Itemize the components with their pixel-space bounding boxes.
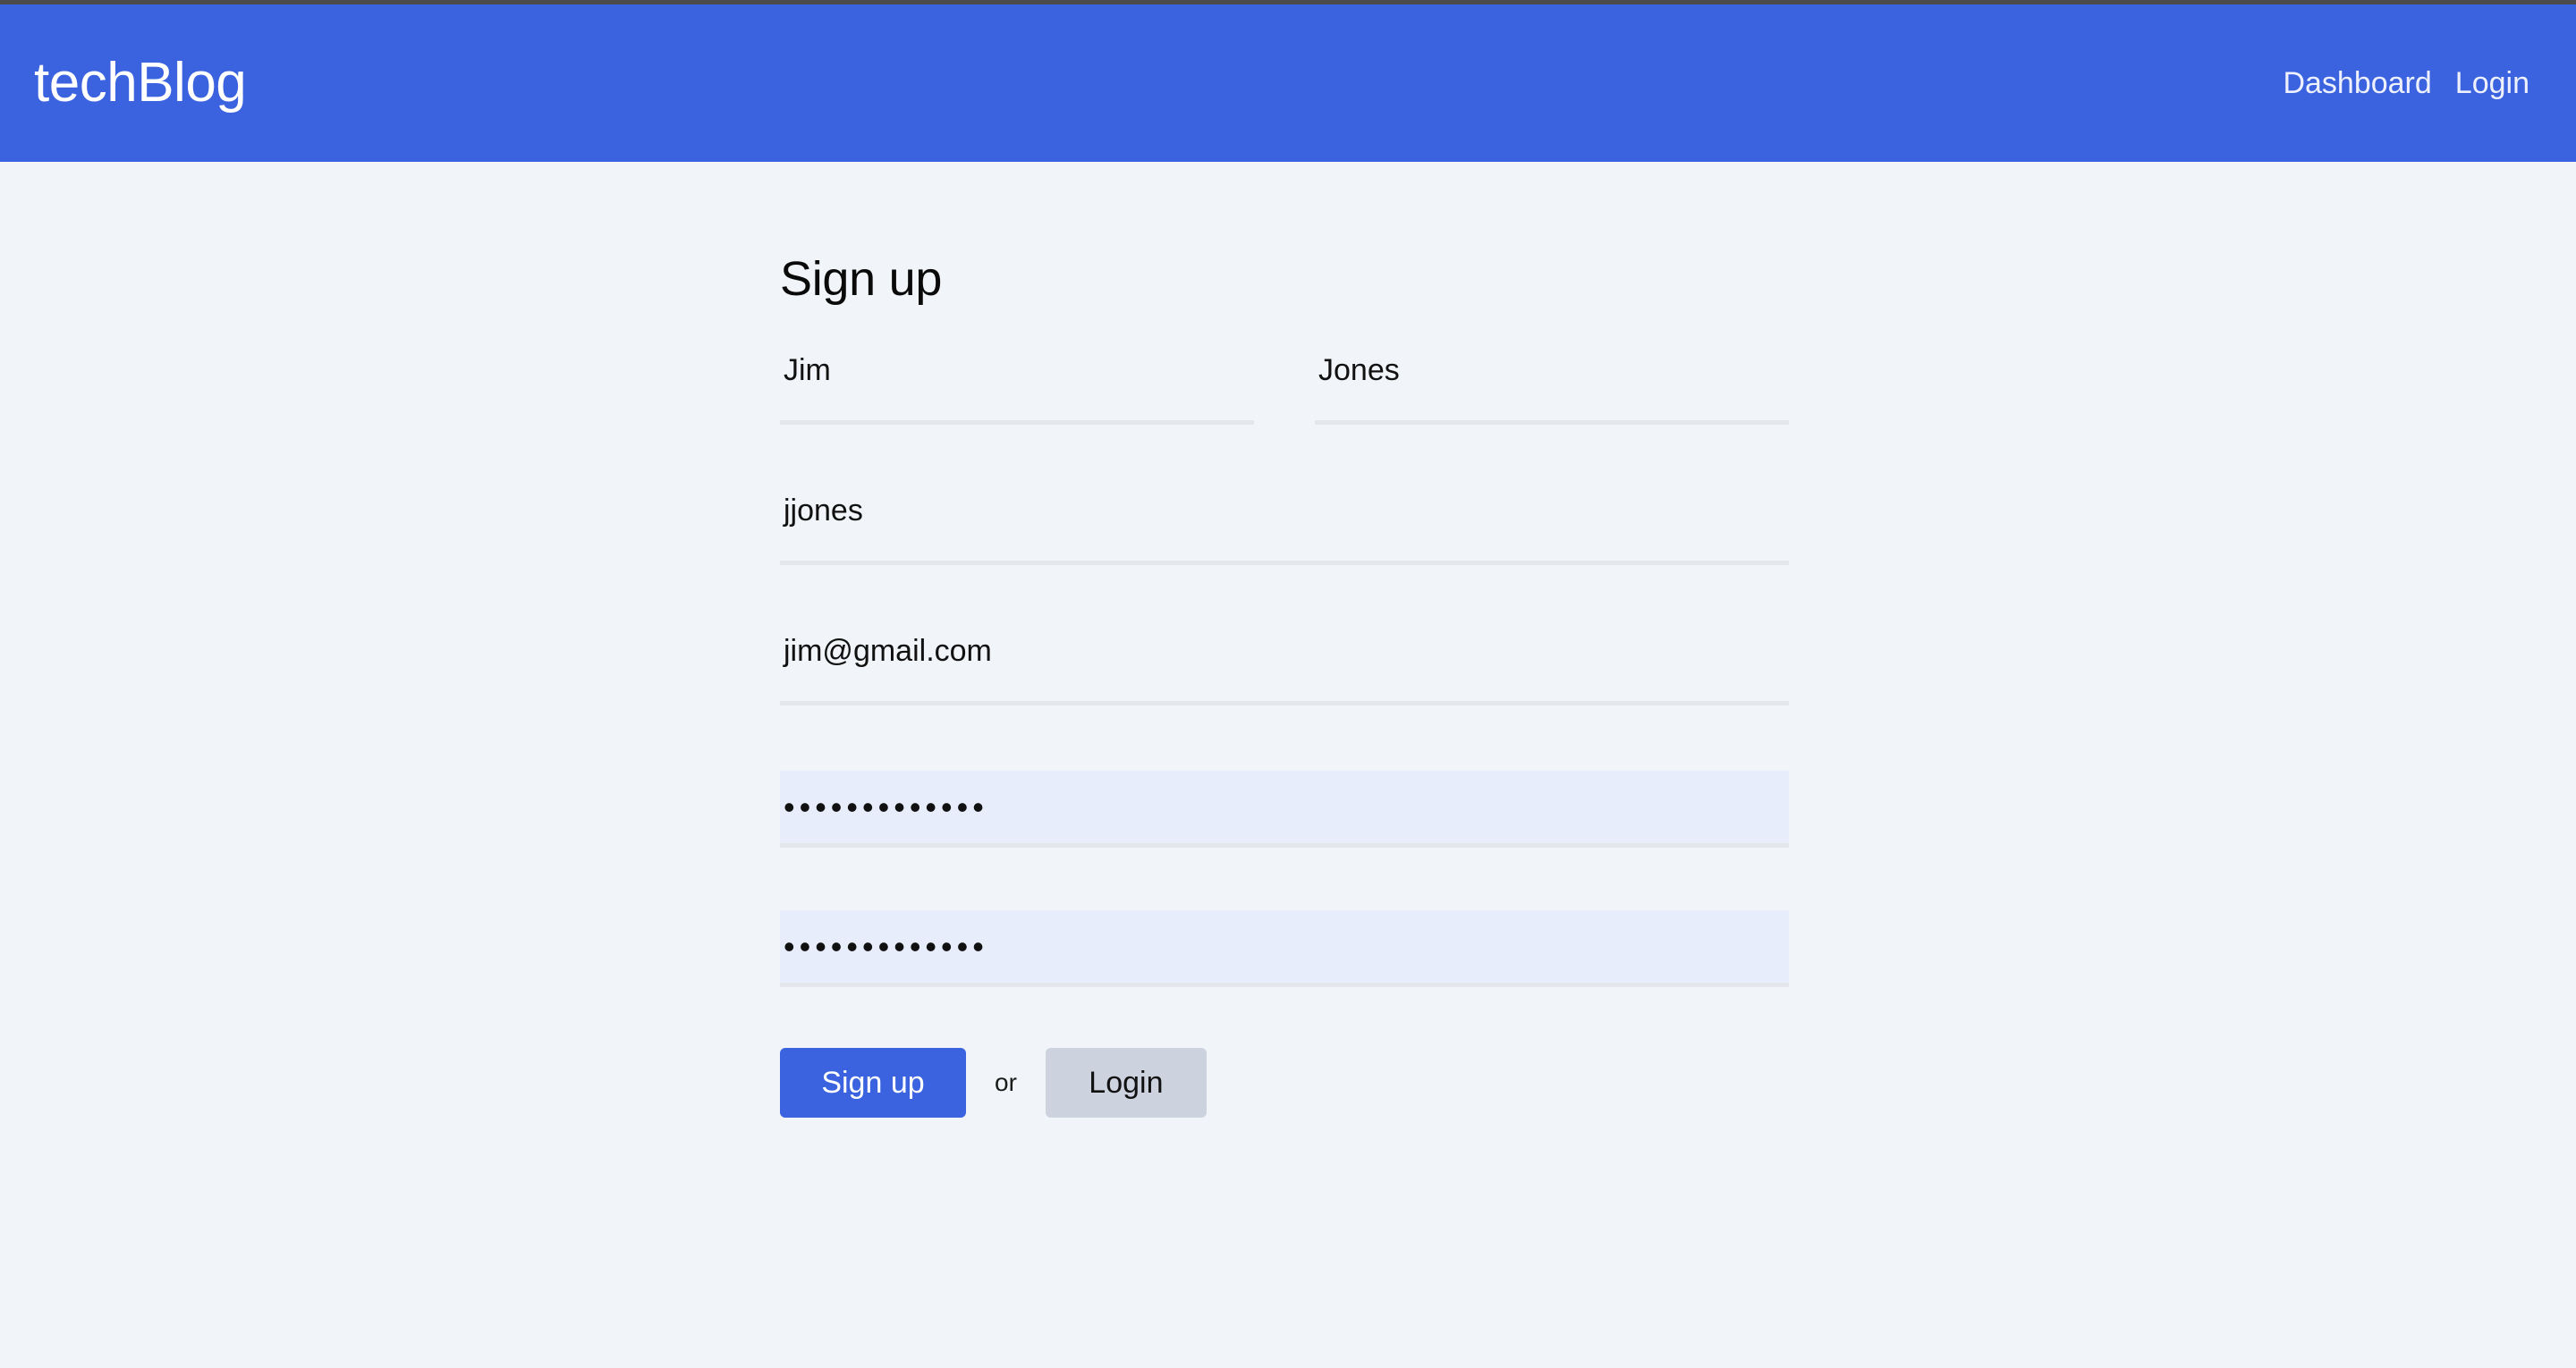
email-field[interactable]: jim@gmail.com: [780, 630, 1789, 706]
password-value[interactable]: •••••••••••••: [780, 790, 988, 823]
first-name-field[interactable]: Jim: [780, 350, 1254, 426]
confirm-password-value[interactable]: •••••••••••••: [780, 930, 988, 963]
actions-separator-label: or: [995, 1068, 1017, 1097]
login-button[interactable]: Login: [1045, 1048, 1207, 1119]
username-value[interactable]: jjones: [780, 490, 863, 526]
email-value[interactable]: jim@gmail.com: [780, 630, 992, 666]
primary-nav: Dashboard Login: [2283, 68, 2529, 98]
form-actions: Sign up or Login: [780, 1048, 1789, 1119]
nav-link-login[interactable]: Login: [2455, 68, 2529, 98]
signup-submit-button[interactable]: Sign up: [780, 1048, 966, 1119]
last-name-field[interactable]: Jones: [1315, 350, 1789, 426]
first-name-value[interactable]: Jim: [780, 350, 831, 385]
page-body: Sign up Jim Jones jjones jim@gmail.com •…: [0, 162, 2576, 1368]
last-name-value[interactable]: Jones: [1315, 350, 1400, 385]
confirm-password-field[interactable]: •••••••••••••: [780, 910, 1789, 988]
name-field-row: Jim Jones: [780, 350, 1789, 490]
signup-form: Sign up Jim Jones jjones jim@gmail.com •…: [780, 251, 1789, 1119]
nav-link-dashboard[interactable]: Dashboard: [2283, 68, 2431, 98]
site-header: techBlog Dashboard Login: [0, 4, 2576, 162]
page-title: Sign up: [780, 252, 943, 306]
password-field[interactable]: •••••••••••••: [780, 771, 1789, 849]
username-field[interactable]: jjones: [780, 490, 1789, 566]
brand-logo[interactable]: techBlog: [34, 55, 247, 111]
